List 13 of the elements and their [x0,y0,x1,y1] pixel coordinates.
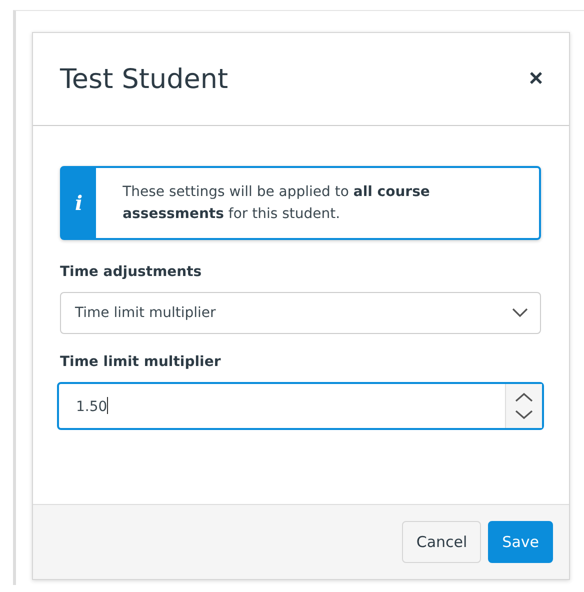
decrement-icon[interactable] [515,410,533,420]
increment-icon[interactable] [515,392,533,402]
dialog-title: Test Student [60,64,228,94]
save-button[interactable]: Save [488,521,553,563]
dropdown-field[interactable]: Time limit multiplier [60,292,541,334]
number-field[interactable]: 1.50 [57,382,544,430]
field-label: Time adjustments [60,264,202,280]
cancel-button[interactable]: Cancel [402,521,482,563]
notice-text: These settings will be applied to all course assessments for this student. [122,183,431,224]
info-icon: i [74,191,83,215]
field-label: Time limit multiplier [60,354,221,370]
close-button[interactable]: × [528,65,543,93]
chevron-down-icon [512,308,528,318]
